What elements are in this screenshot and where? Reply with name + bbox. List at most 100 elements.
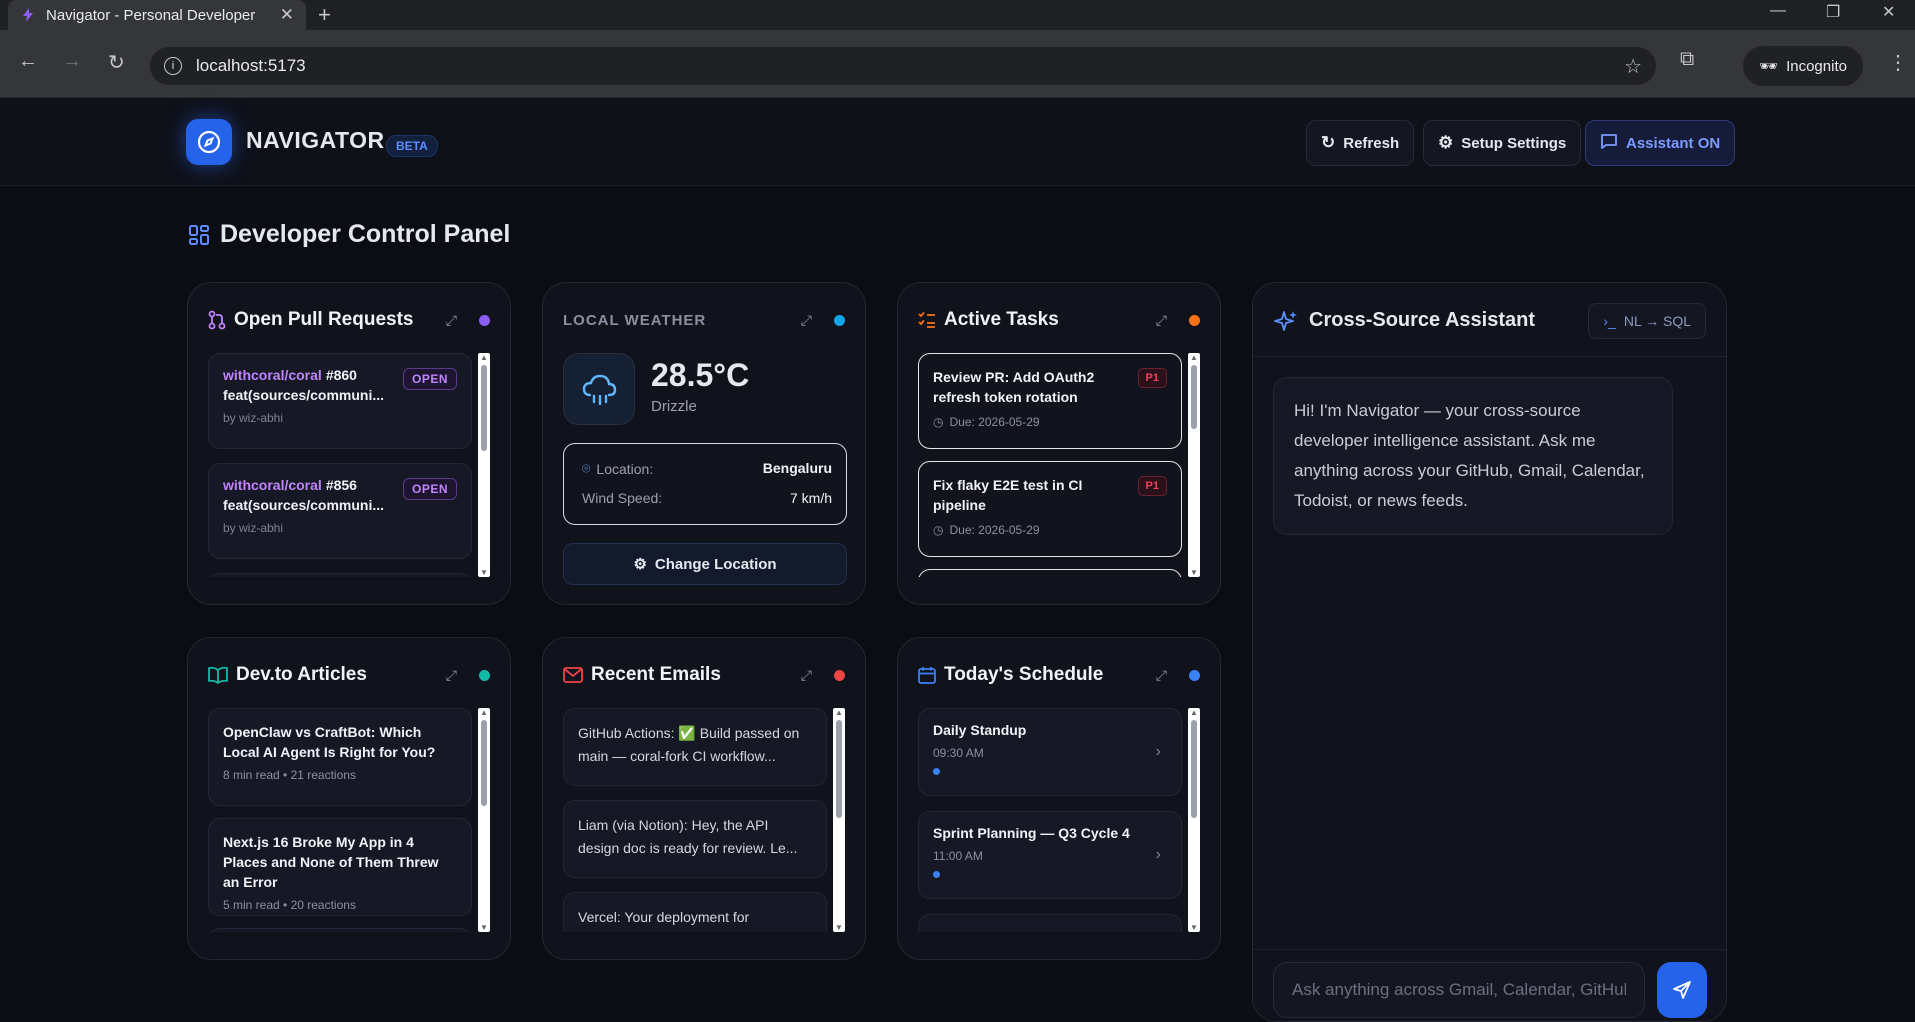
scroll-down-icon[interactable]: ▼ [480, 923, 488, 932]
list-item[interactable] [208, 573, 472, 577]
pr-number: #860 [325, 367, 357, 383]
list-item[interactable] [208, 928, 472, 932]
chat-icon [1600, 132, 1618, 154]
expand-icon[interactable]: ⤢ [801, 667, 812, 684]
scrollbar[interactable]: ▲ ▼ [478, 353, 490, 577]
email-list[interactable]: GitHub Actions: ✅ Build passed on main —… [563, 708, 845, 932]
minimize-icon[interactable]: — [1770, 2, 1786, 20]
nl-to-sql-button[interactable]: ›_ NL → SQL [1588, 303, 1706, 339]
back-icon[interactable]: ← [18, 50, 38, 73]
article-title: Next.js 16 Broke My App in 4 Places and … [223, 834, 439, 890]
card-header: Open Pull Requests ⤢ [208, 305, 490, 335]
status-dot [1189, 314, 1200, 326]
new-tab-icon[interactable]: + [318, 2, 331, 28]
refresh-label: Refresh [1343, 134, 1400, 152]
list-item[interactable]: GitHub Actions: ✅ Build passed on main —… [563, 708, 827, 786]
list-item[interactable] [918, 914, 1182, 932]
list-item[interactable]: withcoral/coral #860 feat(sources/communi… [208, 353, 472, 449]
book-open-icon [208, 666, 228, 684]
scrollbar[interactable]: ▲ ▼ [833, 708, 845, 932]
card-title: Today's Schedule [944, 664, 1104, 685]
event-title: Sprint Planning — Q3 Cycle 4 [933, 825, 1130, 841]
incognito-indicator[interactable]: 🕶 Incognito [1743, 46, 1863, 86]
list-item[interactable]: Review PR: Add OAuth2 refresh token rota… [918, 353, 1182, 449]
restore-icon[interactable]: ❐ [1826, 2, 1840, 22]
assistant-message: Hi! I'm Navigator — your cross-source de… [1273, 377, 1673, 535]
pr-repo: withcoral/coral [223, 477, 322, 493]
scroll-down-icon[interactable]: ▼ [1190, 568, 1198, 577]
assistant-input-bar [1253, 949, 1726, 1021]
priority-badge: P1 [1137, 476, 1167, 496]
priority-badge: P1 [1137, 368, 1167, 388]
status-dot [834, 669, 845, 681]
forward-icon[interactable]: → [62, 50, 82, 73]
send-button[interactable] [1657, 962, 1707, 1018]
list-item[interactable]: OpenClaw vs CraftBot: Which Local AI Age… [208, 708, 472, 806]
task-list[interactable]: Review PR: Add OAuth2 refresh token rota… [918, 353, 1200, 577]
scrollbar-thumb[interactable] [1191, 720, 1197, 818]
reload-icon[interactable]: ↻ [108, 50, 125, 75]
scroll-up-icon[interactable]: ▲ [480, 708, 488, 717]
scroll-up-icon[interactable]: ▲ [835, 708, 843, 717]
expand-icon[interactable]: ⤢ [1156, 312, 1167, 329]
url-text: localhost:5173 [196, 56, 306, 75]
list-item[interactable] [918, 569, 1182, 577]
status-dot [479, 314, 490, 326]
setup-settings-button[interactable]: ⚙ Setup Settings [1423, 120, 1582, 166]
scroll-down-icon[interactable]: ▼ [835, 923, 843, 932]
pull-requests-card: Open Pull Requests ⤢ withcoral/coral #860… [187, 282, 511, 605]
assistant-title: Cross-Source Assistant [1309, 309, 1535, 331]
browser-menu-icon[interactable]: ⋮ [1888, 50, 1908, 75]
expand-icon[interactable]: ⤢ [446, 667, 457, 684]
scrollbar[interactable]: ▲ ▼ [478, 708, 490, 932]
change-location-button[interactable]: ⚙ Change Location [563, 543, 847, 585]
articles-card: Dev.to Articles ⤢ OpenClaw vs CraftBot: … [187, 637, 511, 960]
scroll-up-icon[interactable]: ▲ [480, 353, 488, 362]
list-item[interactable]: Sprint Planning — Q3 Cycle 4 11:00 AM › [918, 811, 1182, 899]
address-bar[interactable]: i localhost:5173 ☆ [150, 47, 1656, 85]
event-indicator [933, 871, 940, 878]
list-item[interactable]: withcoral/coral #856 feat(sources/communi… [208, 463, 472, 559]
nl-to-sql-label: NL → SQL [1623, 313, 1691, 329]
list-item[interactable]: Fix flaky E2E test in CI pipeline ◷ Due: … [918, 461, 1182, 557]
beta-badge: BETA [386, 135, 438, 157]
wind-label: Wind Speed: [582, 490, 663, 506]
close-tab-icon[interactable]: ✕ [280, 5, 294, 25]
expand-icon[interactable]: ⤢ [1156, 667, 1167, 684]
card-header: Today's Schedule ⤢ [918, 660, 1200, 690]
pull-request-list[interactable]: withcoral/coral #860 feat(sources/communi… [208, 353, 490, 577]
scrollbar-thumb[interactable] [1191, 365, 1197, 429]
list-item[interactable]: Liam (via Notion): Hey, the API design d… [563, 800, 827, 878]
chevron-right-icon: › [1155, 846, 1161, 863]
list-item[interactable]: Daily Standup 09:30 AM › [918, 708, 1182, 796]
refresh-button[interactable]: ↻ Refresh [1306, 120, 1415, 166]
bookmark-star-icon[interactable]: ☆ [1624, 54, 1642, 79]
article-list[interactable]: OpenClaw vs CraftBot: Which Local AI Age… [208, 708, 490, 932]
assistant-header: Cross-Source Assistant ›_ NL → SQL [1253, 283, 1726, 357]
scroll-up-icon[interactable]: ▲ [1190, 353, 1198, 362]
calendar-icon [918, 667, 936, 684]
cast-icon[interactable]: ⧉ [1680, 48, 1694, 71]
weather-details: ⌾ Location: Bengaluru Wind Speed: 7 km/h [563, 443, 847, 525]
schedule-list[interactable]: Daily Standup 09:30 AM › Sprint Planning… [918, 708, 1200, 932]
list-item[interactable]: Vercel: Your deployment for [563, 892, 827, 932]
expand-icon[interactable]: ⤢ [446, 312, 457, 329]
scroll-down-icon[interactable]: ▼ [1190, 923, 1198, 932]
scroll-down-icon[interactable]: ▼ [480, 568, 488, 577]
assistant-query-input[interactable] [1273, 962, 1645, 1018]
assistant-toggle-button[interactable]: Assistant ON [1585, 120, 1736, 166]
scrollbar-thumb[interactable] [481, 365, 487, 451]
list-item[interactable]: Next.js 16 Broke My App in 4 Places and … [208, 818, 472, 916]
site-info-icon[interactable]: i [164, 57, 182, 75]
scrollbar-thumb[interactable] [836, 720, 842, 818]
pr-title: feat(sources/communi... [223, 387, 385, 403]
expand-icon[interactable]: ⤢ [801, 312, 812, 329]
scrollbar[interactable]: ▲ ▼ [1188, 708, 1200, 932]
close-window-icon[interactable]: ✕ [1882, 2, 1895, 22]
browser-tab[interactable]: Navigator - Personal Developer ✕ [8, 0, 306, 30]
scrollbar-thumb[interactable] [481, 720, 487, 806]
send-icon [1673, 981, 1691, 999]
scroll-up-icon[interactable]: ▲ [1190, 708, 1198, 717]
emails-card: Recent Emails ⤢ GitHub Actions: ✅ Build … [542, 637, 866, 960]
scrollbar[interactable]: ▲ ▼ [1188, 353, 1200, 577]
